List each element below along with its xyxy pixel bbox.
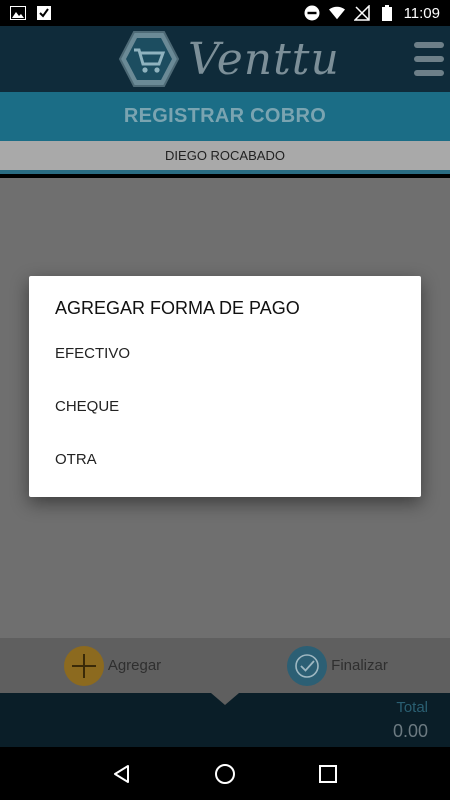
system-nav-bar	[0, 747, 450, 800]
option-cheque[interactable]: CHEQUE	[55, 396, 395, 449]
recents-icon[interactable]	[315, 761, 341, 787]
total-footer: Total 0.00	[0, 693, 450, 747]
client-bar: DIEGO ROCABADO	[0, 141, 450, 174]
finish-button-label: Finalizar	[331, 657, 388, 674]
payment-method-dialog: AGREGAR FORMA DE PAGO EFECTIVO CHEQUE OT…	[29, 276, 421, 497]
cart-logo-icon	[118, 31, 180, 87]
home-icon[interactable]	[212, 761, 238, 787]
footer-notch	[211, 693, 239, 705]
no-sim-icon	[353, 5, 370, 21]
option-otra[interactable]: OTRA	[55, 449, 395, 502]
total-label: Total	[396, 699, 428, 716]
action-bar: Agregar Finalizar	[0, 638, 450, 693]
battery-icon	[379, 5, 395, 21]
wifi-icon	[328, 5, 345, 21]
total-value: 0.00	[392, 721, 428, 741]
status-time: 11:09	[403, 4, 440, 22]
app-header: Venttu	[0, 26, 450, 92]
add-button[interactable]: Agregar	[0, 638, 225, 693]
add-button-label: Agregar	[107, 657, 162, 674]
logo-text: Venttu	[188, 33, 340, 85]
check-box-icon	[36, 5, 52, 21]
status-bar: 11:09	[0, 0, 450, 26]
plus-icon	[63, 645, 104, 686]
page-title: REGISTRAR COBRO	[123, 105, 327, 127]
back-icon[interactable]	[109, 761, 135, 787]
hamburger-menu-icon[interactable]	[414, 42, 444, 76]
image-icon	[10, 5, 26, 21]
do-not-disturb-icon	[304, 5, 320, 21]
client-name: DIEGO ROCABADO	[165, 148, 285, 163]
option-efectivo[interactable]: EFECTIVO	[55, 343, 395, 396]
title-bar: REGISTRAR COBRO	[0, 92, 450, 141]
finish-button[interactable]: Finalizar	[225, 638, 450, 693]
check-circle-icon	[287, 645, 328, 686]
logo: Venttu	[118, 30, 340, 88]
dialog-title: AGREGAR FORMA DE PAGO	[55, 298, 300, 318]
